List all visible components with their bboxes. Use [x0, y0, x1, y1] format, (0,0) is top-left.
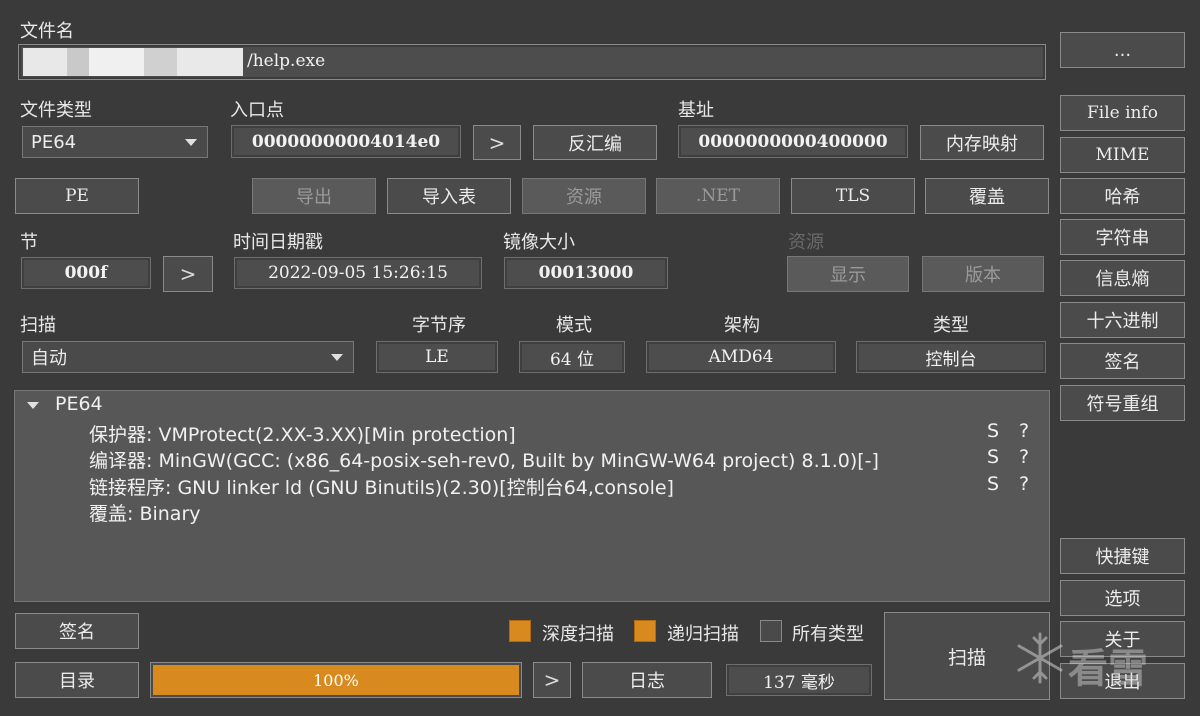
image-size-label: 镜像大小	[503, 232, 575, 253]
arch-field: AMD64	[646, 341, 836, 373]
mime-button[interactable]: MIME	[1060, 137, 1185, 173]
result-help-flag[interactable]: ?	[1019, 473, 1029, 495]
type-field: 控制台	[856, 341, 1046, 373]
filename-redacted-block	[23, 48, 243, 76]
hex-button[interactable]: 十六进制	[1060, 302, 1185, 338]
overlay-button[interactable]: 覆盖	[925, 178, 1049, 214]
chevron-down-icon	[185, 139, 197, 146]
scan-progress-bar: 100%	[150, 662, 522, 698]
arch-label: 架构	[724, 315, 760, 336]
sections-label: 节	[20, 232, 38, 253]
resources-button[interactable]: 资源	[522, 178, 646, 214]
deep-scan-label[interactable]: 深度扫描	[542, 620, 614, 646]
all-types-checkbox[interactable]	[760, 620, 782, 642]
endian-field: LE	[376, 341, 498, 373]
result-help-flag[interactable]: ?	[1019, 446, 1029, 468]
filename-label: 文件名	[20, 21, 74, 42]
sections-field: 000f	[21, 257, 151, 289]
mode-field: 64 位	[519, 341, 625, 373]
recursive-scan-label[interactable]: 递归扫描	[667, 620, 739, 646]
hash-button[interactable]: 哈希	[1060, 178, 1185, 214]
progress-text: 100%	[313, 670, 359, 690]
strings-button[interactable]: 字符串	[1060, 219, 1185, 255]
result-s-flag[interactable]: S	[987, 446, 999, 468]
result-line[interactable]: 链接程序: GNU linker ld (GNU Binutils)(2.30)…	[89, 473, 674, 500]
result-line[interactable]: 保护器: VMProtect(2.XX-3.XX)[Min protection…	[89, 420, 516, 447]
scan-button[interactable]: 扫描	[884, 612, 1050, 700]
options-button[interactable]: 选项	[1060, 580, 1185, 616]
tree-expand-icon[interactable]	[27, 402, 39, 409]
shortcuts-button[interactable]: 快捷键	[1060, 538, 1185, 574]
chevron-right-icon: >	[488, 130, 506, 155]
scan-mode-select[interactable]: 自动	[22, 341, 354, 373]
entropy-button[interactable]: 信息熵	[1060, 260, 1185, 296]
pe-button[interactable]: PE	[15, 178, 139, 214]
demangle-button[interactable]: 符号重组	[1060, 385, 1185, 421]
result-s-flag[interactable]: S	[987, 473, 999, 495]
memory-map-button[interactable]: 内存映射	[920, 125, 1044, 160]
next-button[interactable]: >	[533, 662, 571, 698]
timestamp-field: 2022-09-05 15:26:15	[234, 257, 482, 289]
resources-version-button[interactable]: 版本	[922, 256, 1044, 292]
deep-scan-checkbox[interactable]	[509, 620, 531, 642]
tls-button[interactable]: TLS	[791, 178, 915, 214]
log-button[interactable]: 日志	[582, 662, 712, 698]
about-button[interactable]: 关于	[1060, 621, 1185, 657]
resources-group-label: 资源	[788, 232, 824, 253]
scan-results-tree[interactable]: PE64 保护器: VMProtect(2.XX-3.XX)[Min prote…	[14, 390, 1050, 602]
result-line[interactable]: 覆盖: Binary	[89, 499, 201, 526]
type-label: 类型	[933, 315, 969, 336]
filename-input[interactable]: /help.exe	[18, 44, 1046, 80]
image-size-field: 00013000	[504, 257, 668, 289]
recursive-scan-checkbox[interactable]	[634, 620, 656, 642]
sections-go-button[interactable]: >	[163, 256, 213, 292]
dotnet-button[interactable]: .NET	[656, 178, 780, 214]
result-s-flag[interactable]: S	[987, 420, 999, 442]
result-help-flag[interactable]: ?	[1019, 420, 1029, 442]
timestamp-label: 时间日期戳	[233, 232, 323, 253]
scan-mode-value: 自动	[31, 348, 67, 369]
endian-label: 字节序	[412, 315, 466, 336]
file-info-button[interactable]: File info	[1060, 95, 1185, 131]
all-types-label[interactable]: 所有类型	[792, 620, 864, 646]
chevron-down-icon	[331, 354, 343, 361]
entry-go-button[interactable]: >	[473, 125, 521, 160]
export-button[interactable]: 导出	[252, 178, 376, 214]
base-address-field: 0000000000400000	[678, 125, 908, 158]
exit-button[interactable]: 退出	[1060, 663, 1185, 699]
resources-show-button[interactable]: 显示	[787, 256, 909, 292]
scan-label: 扫描	[20, 315, 56, 336]
entry-label: 入口点	[230, 100, 284, 121]
filename-path-text: /help.exe	[247, 51, 326, 71]
entry-point-field: 00000000004014e0	[231, 125, 461, 158]
browse-button[interactable]: ...	[1060, 32, 1185, 68]
filetype-label: 文件类型	[20, 100, 92, 121]
signature-button[interactable]: 签名	[15, 613, 139, 649]
import-button[interactable]: 导入表	[387, 178, 511, 214]
chevron-right-icon: >	[543, 668, 561, 692]
result-line[interactable]: 编译器: MinGW(GCC: (x86_64-posix-seh-rev0, …	[89, 446, 879, 473]
disassemble-button[interactable]: 反汇编	[533, 125, 657, 160]
signature-side-button[interactable]: 签名	[1060, 343, 1185, 379]
filetype-select[interactable]: PE64	[22, 126, 208, 158]
elapsed-time-field: 137 毫秒	[726, 664, 872, 696]
mode-label: 模式	[556, 315, 592, 336]
base-label: 基址	[678, 100, 714, 121]
filetype-value: PE64	[31, 131, 77, 153]
chevron-right-icon: >	[179, 262, 197, 286]
directory-button[interactable]: 目录	[15, 662, 139, 698]
tree-root-label[interactable]: PE64	[55, 393, 103, 415]
